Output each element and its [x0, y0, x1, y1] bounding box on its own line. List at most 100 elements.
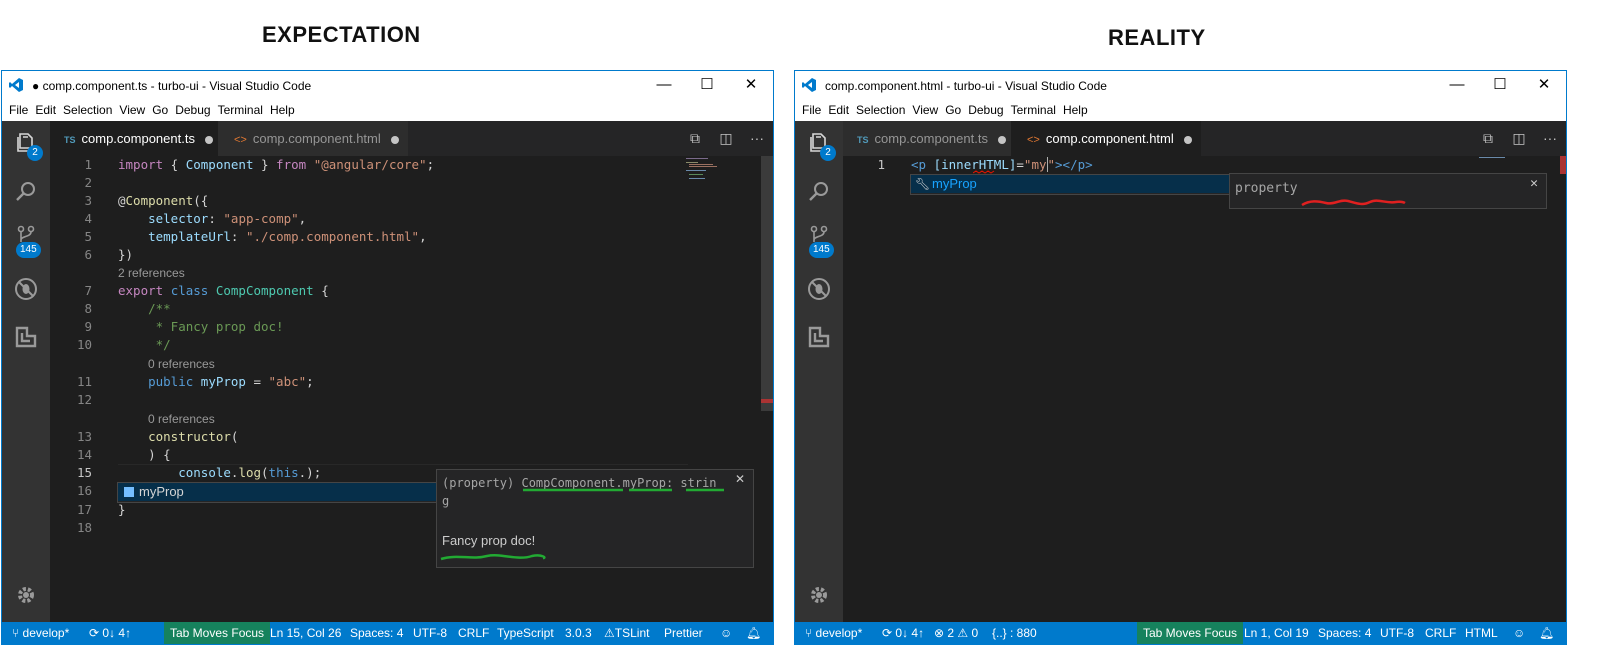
code-line-4: selector: "app-comp",	[148, 211, 307, 226]
menu-view[interactable]: View	[912, 103, 938, 117]
suggest-label: myProp	[139, 484, 184, 499]
menu-file[interactable]: File	[9, 103, 28, 117]
json-status[interactable]: {..} : 880	[992, 622, 1037, 644]
minimize-icon[interactable]: —	[654, 75, 674, 95]
extensions-icon[interactable]	[14, 325, 38, 349]
codelens-references[interactable]: 0 references	[148, 355, 215, 373]
open-changes-icon[interactable]: ⧉	[686, 129, 704, 147]
sync-status[interactable]: ⟳ 0↓ 4↑	[882, 622, 924, 644]
code-line-9: * Fancy prop doc!	[148, 319, 284, 334]
eol-status[interactable]: CRLF	[458, 622, 489, 644]
minimap[interactable]	[686, 156, 746, 186]
indentation-status[interactable]: Spaces: 4	[350, 622, 403, 644]
extensions-icon[interactable]	[807, 325, 831, 349]
line-number: 10	[76, 337, 92, 352]
suggest-widget[interactable]: 🔧︎ myProp	[910, 174, 1230, 195]
suggest-widget[interactable]: myProp	[117, 482, 437, 503]
feedback-smiley-icon[interactable]: ☺	[1513, 622, 1525, 644]
close-icon[interactable]: ✕	[1534, 75, 1554, 95]
search-icon[interactable]	[14, 180, 38, 204]
line-number: 18	[76, 520, 92, 535]
menu-debug[interactable]: Debug	[175, 103, 210, 117]
menu-edit[interactable]: Edit	[35, 103, 56, 117]
search-icon[interactable]	[807, 180, 831, 204]
window-title: ● comp.component.ts - turbo-ui - Visual …	[32, 79, 312, 93]
codelens-references[interactable]: 2 references	[118, 264, 185, 282]
sync-status[interactable]: ⟳ 0↓ 4↑	[89, 622, 131, 644]
maximize-icon[interactable]: ☐	[1490, 75, 1510, 95]
property-wrench-icon	[124, 487, 134, 497]
menu-go[interactable]: Go	[152, 103, 168, 117]
encoding-status[interactable]: UTF-8	[413, 622, 447, 644]
unsaved-dot-icon[interactable]	[204, 135, 213, 144]
menu-help[interactable]: Help	[270, 103, 295, 117]
git-branch-status[interactable]: ⑂ develop*	[805, 622, 862, 644]
ts-version-status[interactable]: 3.0.3	[565, 622, 592, 644]
split-editor-icon[interactable]: ◫	[717, 129, 735, 147]
menu-selection[interactable]: Selection	[63, 103, 112, 117]
menu-go[interactable]: Go	[945, 103, 961, 117]
menu-view[interactable]: View	[119, 103, 145, 117]
menu-file[interactable]: File	[802, 103, 821, 117]
language-status[interactable]: TypeScript	[497, 622, 554, 644]
code-line-3: @Component({	[118, 193, 209, 208]
line-number: 7	[84, 283, 92, 298]
cursor-position-status[interactable]: Ln 15, Col 26	[270, 622, 341, 644]
debug-icon[interactable]	[807, 277, 831, 301]
notifications-bell-icon[interactable]: 🔔︎	[1539, 622, 1554, 644]
tab-moves-focus-status[interactable]: Tab Moves Focus	[164, 622, 271, 644]
suggest-item[interactable]: myProp	[118, 483, 436, 501]
suggest-label-text: myProp	[932, 176, 977, 191]
line-number: 17	[76, 502, 92, 517]
tab-comp-component-html[interactable]: <> comp.component.html	[218, 121, 408, 156]
tab-moves-focus-status[interactable]: Tab Moves Focus	[1137, 622, 1244, 644]
maximize-icon[interactable]: ☐	[697, 75, 717, 95]
menu-edit[interactable]: Edit	[828, 103, 849, 117]
scrollbar[interactable]	[761, 156, 773, 411]
sync-label: 0↓ 4↑	[102, 626, 132, 640]
menu-debug[interactable]: Debug	[968, 103, 1003, 117]
unsaved-dot-icon[interactable]	[997, 135, 1006, 144]
minimap[interactable]	[1479, 156, 1519, 160]
unsaved-dot-icon[interactable]	[390, 135, 399, 144]
unsaved-dot-icon[interactable]	[1183, 135, 1192, 144]
minimize-icon[interactable]: —	[1447, 75, 1467, 95]
more-actions-icon[interactable]: ···	[1541, 129, 1559, 147]
eol-status[interactable]: CRLF	[1425, 622, 1456, 644]
notifications-bell-icon[interactable]: 🔔︎	[746, 622, 761, 644]
debug-icon[interactable]	[14, 277, 38, 301]
indentation-status[interactable]: Spaces: 4	[1318, 622, 1371, 644]
tab-comp-component-html[interactable]: <> comp.component.html	[1011, 121, 1201, 156]
menu-terminal[interactable]: Terminal	[1011, 103, 1056, 117]
tslint-status[interactable]: ⚠TSLint	[604, 622, 649, 644]
line-number: 9	[84, 319, 92, 334]
tab-comp-component-ts[interactable]: TS comp.component.ts	[50, 121, 218, 156]
suggest-item[interactable]: 🔧︎ myProp	[911, 175, 1229, 193]
errors-status[interactable]: ⊗ 2 ⚠ 0	[934, 622, 978, 644]
menu-terminal[interactable]: Terminal	[218, 103, 263, 117]
code-editor[interactable]: 1 <p [innerHTML]="my"></p> 🔧︎ myProp ✕ p…	[843, 156, 1566, 622]
status-bar: ⑂ develop* ⟳ 0↓ 4↑ ⊗ 2 ⚠ 0 {..} : 880 Ta…	[795, 622, 1566, 644]
line-number: 6	[84, 247, 92, 262]
prettier-status[interactable]: Prettier	[664, 622, 703, 644]
encoding-status[interactable]: UTF-8	[1380, 622, 1414, 644]
settings-gear-icon[interactable]	[807, 583, 831, 607]
split-editor-icon[interactable]: ◫	[1510, 129, 1528, 147]
menu-help[interactable]: Help	[1063, 103, 1088, 117]
code-line-6: })	[118, 247, 134, 262]
open-changes-icon[interactable]: ⧉	[1479, 129, 1497, 147]
html-file-icon: <>	[1027, 134, 1040, 146]
language-status[interactable]: HTML	[1465, 622, 1498, 644]
menu-selection[interactable]: Selection	[856, 103, 905, 117]
typescript-file-icon: TS	[857, 135, 869, 145]
tab-comp-component-ts[interactable]: TS comp.component.ts	[843, 121, 1011, 156]
cursor-position-status[interactable]: Ln 1, Col 19	[1244, 622, 1309, 644]
codelens-references[interactable]: 0 references	[148, 410, 215, 428]
git-branch-status[interactable]: ⑂ develop*	[12, 622, 69, 644]
scrollbar-mark	[761, 399, 773, 403]
settings-gear-icon[interactable]	[14, 583, 38, 607]
close-icon[interactable]: ✕	[741, 75, 761, 95]
feedback-smiley-icon[interactable]: ☺	[720, 622, 732, 644]
code-editor[interactable]: 1 2 3 4 5 6 7 8 9 10 11 12 13 14 15 16 17 18 import { Com…	[50, 156, 773, 622]
more-actions-icon[interactable]: ···	[748, 129, 766, 147]
